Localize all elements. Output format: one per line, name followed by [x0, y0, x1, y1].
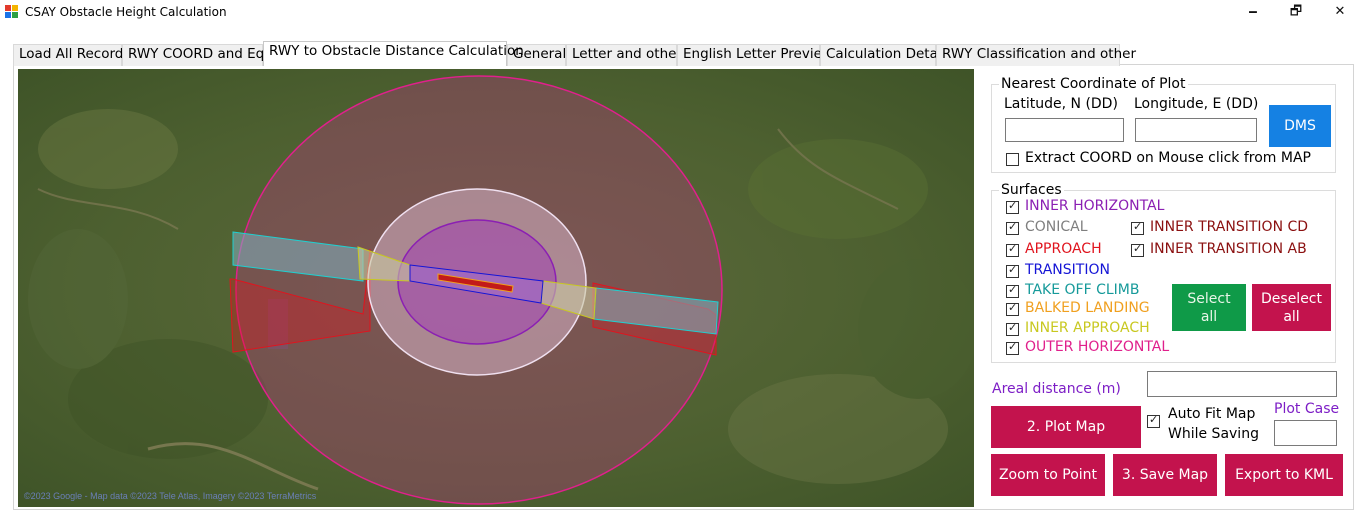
map-view[interactable]: ©2023 Google - Map data ©2023 Tele Atlas…	[18, 69, 974, 507]
conical-label: CONICAL	[1025, 219, 1088, 235]
longitude-label: Longitude, E (DD)	[1134, 96, 1259, 112]
zoom-to-point-button[interactable]: Zoom to Point	[991, 454, 1105, 496]
areal-distance-label: Areal distance (m)	[992, 381, 1121, 397]
balked-landing-checkbox[interactable]	[1006, 301, 1019, 316]
map-canvas[interactable]	[18, 69, 974, 507]
surfaces-title: Surfaces	[999, 182, 1064, 198]
minimize-icon[interactable]: 🗕	[1230, 0, 1276, 26]
auto-fit-checkbox[interactable]	[1147, 413, 1160, 428]
inner-transition-ab-label: INNER TRANSITION AB	[1150, 241, 1307, 257]
nearest-coordinate-title: Nearest Coordinate of Plot	[999, 76, 1188, 92]
title-bar: CSAY Obstacle Height Calculation 🗕 🗗 ✕	[0, 0, 1366, 26]
take-off-climb-label: TAKE OFF CLIMB	[1025, 282, 1140, 298]
deselect-all-button[interactable]: Deselect all	[1252, 284, 1331, 331]
tab-load-all-record[interactable]: Load All Record	[13, 44, 123, 66]
extract-coord-label: Extract COORD on Mouse click from MAP	[1025, 150, 1311, 166]
transition-label: TRANSITION	[1025, 262, 1110, 278]
areal-distance-input[interactable]	[1147, 371, 1337, 397]
approach-checkbox[interactable]	[1006, 242, 1019, 257]
dms-button[interactable]: DMS	[1269, 105, 1331, 147]
inner-horizontal-label: INNER HORIZONTAL	[1025, 198, 1165, 214]
balked-landing-label: BALKED LANDING	[1025, 300, 1150, 316]
auto-fit-label: Auto Fit Map While Saving	[1168, 406, 1259, 442]
save-map-button[interactable]: 3. Save Map	[1113, 454, 1217, 496]
tab-letter-others[interactable]: Letter and others	[566, 44, 689, 66]
transition-checkbox[interactable]	[1006, 263, 1019, 278]
inner-transition-cd-checkbox[interactable]	[1131, 220, 1144, 235]
plot-case-input[interactable]	[1274, 420, 1337, 446]
conical-checkbox[interactable]	[1006, 220, 1019, 235]
latitude-label: Latitude, N (DD)	[1004, 96, 1118, 112]
tab-english-letter-preview[interactable]: English Letter Preview	[677, 44, 833, 66]
window-title: CSAY Obstacle Height Calculation	[25, 5, 227, 19]
restore-icon[interactable]: 🗗	[1273, 0, 1319, 26]
export-kml-button[interactable]: Export to KML	[1225, 454, 1343, 496]
tab-rwy-obstacle-distance[interactable]: RWY to Obstacle Distance Calculation	[263, 41, 524, 66]
close-icon[interactable]: ✕	[1317, 0, 1363, 26]
outer-horizontal-label: OUTER HORIZONTAL	[1025, 339, 1170, 355]
take-off-climb-checkbox[interactable]	[1006, 283, 1019, 298]
tab-calculation-detail[interactable]: Calculation Detail	[820, 44, 945, 66]
extract-coord-checkbox[interactable]	[1006, 153, 1019, 166]
plot-case-label: Plot Case	[1274, 401, 1340, 417]
inner-approach-label: INNER APPROACH	[1025, 320, 1150, 336]
app-icon	[5, 5, 19, 19]
inner-horizontal-checkbox[interactable]	[1006, 199, 1019, 214]
longitude-input[interactable]	[1135, 118, 1257, 142]
latitude-input[interactable]	[1005, 118, 1124, 142]
inner-transition-cd-label: INNER TRANSITION CD	[1150, 219, 1309, 235]
tab-rwy-classification[interactable]: RWY Classification and other	[936, 44, 1136, 66]
tab-rwy-coord-eq[interactable]: RWY COORD and Eq	[122, 44, 264, 66]
map-credit: ©2023 Google - Map data ©2023 Tele Atlas…	[24, 491, 317, 501]
inner-transition-ab-checkbox[interactable]	[1131, 242, 1144, 257]
outer-horizontal-checkbox[interactable]	[1006, 340, 1019, 355]
approach-label: APPROACH	[1025, 241, 1102, 257]
inner-approach-checkbox[interactable]	[1006, 321, 1019, 336]
select-all-button[interactable]: Select all	[1172, 284, 1246, 331]
plot-map-button[interactable]: 2. Plot Map	[991, 406, 1141, 448]
